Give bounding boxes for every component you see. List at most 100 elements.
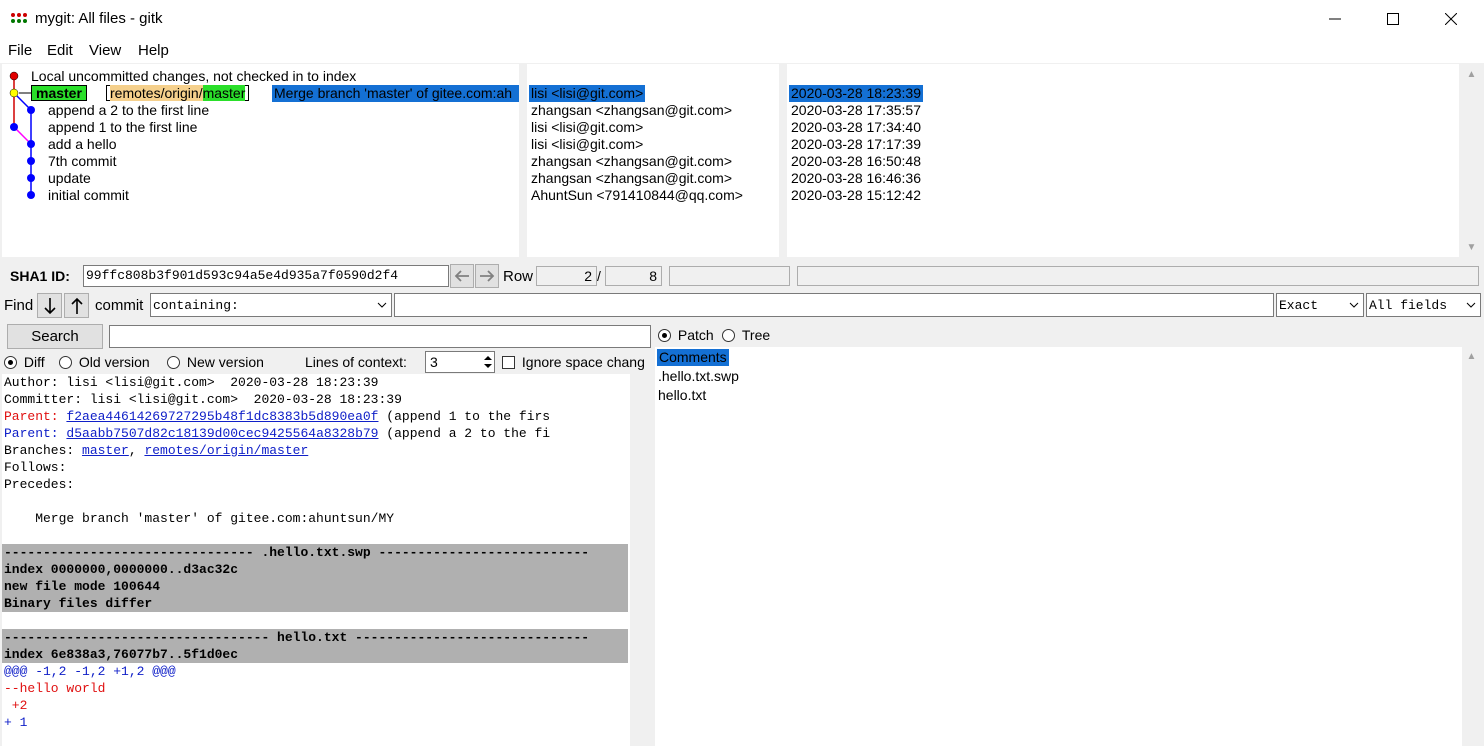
find-prev-button[interactable] <box>64 293 89 318</box>
new-version-radio[interactable] <box>167 356 180 369</box>
menu-edit[interactable]: Edit <box>47 42 73 59</box>
file-list-item[interactable]: .hello.txt.swp <box>658 368 739 385</box>
commit-row[interactable]: 7th commit <box>48 153 116 170</box>
commit-message: Merge branch 'master' of gitee.com:ahunt… <box>4 511 395 526</box>
author-cell: AhuntSun <791410844@qq.com> <box>531 187 743 203</box>
chevron-down-icon <box>1349 302 1359 308</box>
file-header: -------------------------------- .hello.… <box>4 545 590 560</box>
diff-pane-scrollbar[interactable] <box>630 374 632 746</box>
diff-line-removed: --hello world <box>4 681 106 696</box>
file-list-scrollbar[interactable]: ▲ <box>1462 347 1482 746</box>
detail-parent-2: Parent: d5aabb7507d82c18139d00cec9425564… <box>4 426 551 441</box>
commit-row[interactable]: initial commit <box>48 187 129 204</box>
context-spinbox[interactable]: 3 <box>425 351 495 373</box>
diff-options: Diff <box>4 354 45 370</box>
arrow-right-icon <box>480 270 495 282</box>
find-match-select[interactable]: Exact <box>1276 293 1364 317</box>
head-node <box>9 88 19 98</box>
find-input[interactable] <box>394 293 1274 317</box>
menu-help[interactable]: Help <box>138 42 169 59</box>
forward-button[interactable] <box>475 264 499 288</box>
find-match-value: Exact <box>1279 298 1319 313</box>
commit-row[interactable]: append a 2 to the first line <box>48 102 209 119</box>
tree-label: Tree <box>741 327 771 343</box>
row-total: 8 <box>605 266 662 286</box>
spinner-arrows-icon <box>484 356 492 368</box>
diff-line-added: + 1 <box>4 715 28 730</box>
minimize-icon[interactable] <box>1306 0 1364 38</box>
chevron-down-icon <box>1466 302 1476 308</box>
file-list-item[interactable]: hello.txt <box>658 387 706 404</box>
find-type-label[interactable]: commit <box>95 297 143 314</box>
sha1-field[interactable]: 99ffc808b3f901d593c94a5e4d935a7f0590d2f4 <box>83 265 449 287</box>
close-icon[interactable] <box>1422 0 1480 38</box>
arrow-left-icon <box>454 270 469 282</box>
old-version-radio[interactable] <box>59 356 72 369</box>
remote-tag[interactable]: remotes/origin/master <box>106 85 250 102</box>
date-cell: 2020-03-28 17:35:57 <box>791 102 921 118</box>
context-value: 3 <box>430 354 438 370</box>
commit-row[interactable]: append 1 to the first line <box>48 119 197 136</box>
patch-radio[interactable] <box>658 329 671 342</box>
date-cell: 2020-03-28 16:46:36 <box>791 170 921 186</box>
date-cell: 2020-03-28 16:50:48 <box>791 153 921 169</box>
commit-subject-pane[interactable]: Local uncommitted changes, not checked i… <box>2 64 519 257</box>
find-mode-value: containing: <box>153 298 239 313</box>
file-index: index 0000000,0000000..d3ac32c <box>4 562 239 577</box>
find-mode-select[interactable]: containing: <box>150 293 392 317</box>
file-index: index 6e838a3,76077b7..5f1d0ec <box>4 647 239 662</box>
menu-bar: File Edit View Help <box>0 38 1484 63</box>
author-cell: lisi <lisi@git.com> <box>529 85 646 102</box>
commit-author-pane[interactable]: lisi <lisi@git.com> zhangsan <zhangsan@g… <box>527 64 779 257</box>
scroll-down-icon[interactable]: ▼ <box>1463 239 1480 256</box>
search-button[interactable]: Search <box>7 324 103 349</box>
branch-tag-master[interactable]: master <box>31 85 87 101</box>
maximize-icon[interactable] <box>1364 0 1422 38</box>
commit-list-scrollbar[interactable]: ▲ ▼ <box>1462 64 1482 257</box>
file-list-item[interactable]: Comments <box>657 349 729 366</box>
file-header: ---------------------------------- hello… <box>4 630 590 645</box>
head-commit-subject: Merge branch 'master' of gitee.com:ah <box>272 85 519 102</box>
tree-radio[interactable] <box>722 329 735 342</box>
branch-link-master[interactable]: master <box>82 443 129 458</box>
diff-radio[interactable] <box>4 356 17 369</box>
title-bar: mygit: All files - gitk <box>0 0 1484 38</box>
window-title: mygit: All files - gitk <box>35 10 163 27</box>
patch-label: Patch <box>677 327 714 343</box>
scroll-up-icon[interactable]: ▲ <box>1463 66 1480 83</box>
row-current: 2 <box>536 266 597 286</box>
detail-follows: Follows: <box>4 460 67 475</box>
search-input[interactable] <box>109 325 651 348</box>
menu-file[interactable]: File <box>8 42 32 59</box>
commit-row[interactable]: add a hello <box>48 136 117 153</box>
date-cell: 2020-03-28 17:34:40 <box>791 119 921 135</box>
uncommitted-changes-row[interactable]: Local uncommitted changes, not checked i… <box>31 68 356 85</box>
back-button[interactable] <box>450 264 474 288</box>
find-label: Find <box>4 297 34 314</box>
uncommitted-node <box>9 71 19 81</box>
scroll-up-icon[interactable]: ▲ <box>1463 348 1480 365</box>
remote-tag-branch: master <box>202 85 246 101</box>
row-label: Row <box>503 268 534 285</box>
date-cell: 2020-03-28 15:12:42 <box>791 187 921 203</box>
context-label: Lines of context: <box>305 354 407 370</box>
file-list-pane[interactable]: Comments .hello.txt.swp hello.txt <box>655 347 1462 746</box>
author-cell: lisi <lisi@git.com> <box>531 136 644 152</box>
find-fields-select[interactable]: All fields <box>1366 293 1481 317</box>
menu-view[interactable]: View <box>89 42 121 59</box>
commit-row[interactable]: update <box>48 170 91 187</box>
remote-tag-prefix: remotes/origin/ <box>110 85 203 101</box>
new-version-label: New version <box>186 354 264 370</box>
progress-field <box>669 266 790 286</box>
parent-2-link[interactable]: d5aabb7507d82c18139d00cec9425564a8328b79 <box>66 426 378 441</box>
commit-date-pane[interactable]: 2020-03-28 18:23:39 2020-03-28 17:35:57 … <box>787 64 1459 257</box>
find-next-button[interactable] <box>37 293 62 318</box>
ignore-space-checkbox[interactable] <box>502 356 515 369</box>
arrow-down-icon <box>43 297 56 314</box>
sha1-label: SHA1 ID: <box>10 268 70 284</box>
detail-precedes: Precedes: <box>4 477 75 492</box>
branch-link-remote[interactable]: remotes/origin/master <box>144 443 308 458</box>
parent-1-link[interactable]: f2aea44614269727295b48f1dc8383b5d890ea0f <box>66 409 378 424</box>
diff-pane[interactable]: Author: lisi <lisi@git.com> 2020-03-28 1… <box>2 374 630 746</box>
author-cell: lisi <lisi@git.com> <box>531 119 644 135</box>
